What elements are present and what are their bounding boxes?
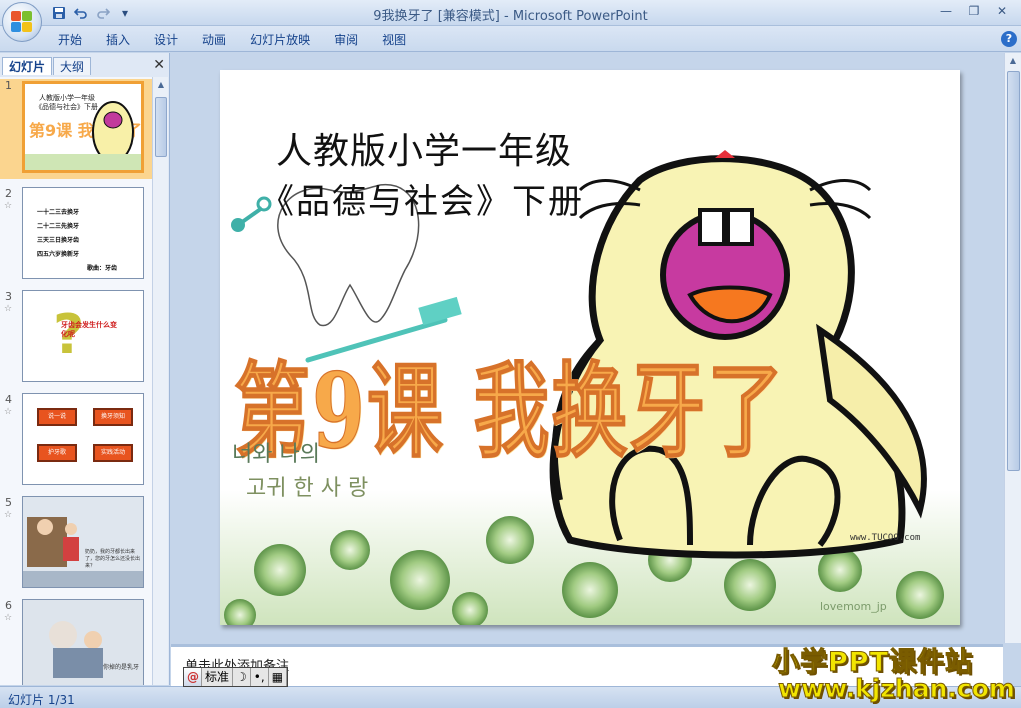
svg-text:《品德与社会》下册: 《品德与社会》下册 [35,102,98,111]
thumbnail-text: 换牙须知 [93,408,133,426]
thumbnail-text: 牙齿会发生什么变化呢 [61,321,117,338]
thumbnail-number: 2 [5,187,12,200]
thumbnail-text: 奶奶，我的牙都长出来了，您的牙怎么还没长出来？ [85,549,141,569]
tab-slideshow[interactable]: 幻灯片放映 [238,31,322,49]
scrollbar-thumb[interactable] [155,97,167,157]
slide-editor: 人教版小学一年级 《品德与社会》下册 第9课 我换牙了 너와 나의 고귀 한 사… [171,53,1003,643]
ime-toolbar: @ 标准 ☽ •, ▦ [183,667,289,687]
close-button[interactable]: ✕ [989,2,1015,20]
office-logo-icon [11,11,33,33]
scroll-up-icon[interactable]: ▲ [1005,53,1021,69]
close-panel-icon[interactable]: ✕ [153,57,165,73]
slide-canvas[interactable]: 人教版小学一年级 《品德与社会》下册 第9课 我换牙了 너와 나의 고귀 한 사… [220,70,960,625]
panel-tabs: 幻灯片 大纲 [2,55,168,75]
slide-thumbnail-5[interactable]: 5 ☆ 奶奶，我的牙都长出来了，您的牙怎么还没长出来？ [0,496,152,592]
korean-line-2: 고귀 한 사 랑 [246,476,369,501]
thumbnail-text: 你掉的是乳牙 [103,664,140,671]
slides-panel: 幻灯片 大纲 ✕ 1 人教版小学一年级 《品德与社会》下册 第9课 我换牙了 2 [0,53,170,685]
scroll-up-icon[interactable]: ▲ [153,77,169,93]
tab-review[interactable]: 审阅 [322,31,370,49]
thumbnail-scrollbar[interactable]: ▲ [152,77,168,685]
tab-design[interactable]: 设计 [142,31,190,49]
help-icon[interactable]: ? [1001,31,1017,47]
thumbnail-number: 4 [5,393,12,406]
image-watermark: www.TUCOO.com [850,533,921,543]
thumbnail-number: 3 [5,290,12,303]
slide-counter: 幻灯片 1/31 [8,693,75,707]
thumbnail-preview: 说一说 换牙须知 护牙歌 实践活动 [22,393,144,485]
thumbnail-preview: 一十二三去换牙 二十二三先换牙 三天三日换牙齿 四五六岁换新牙 歌曲：牙齿 [22,187,144,279]
slide-title-line2[interactable]: 《品德与社会》下册 [260,174,584,223]
scrollbar-thumb[interactable] [1007,71,1020,471]
image-watermark-love: lovemom_jp [820,600,887,613]
thumbnail-text: 歌曲：牙齿 [87,265,118,272]
tab-view[interactable]: 视图 [370,31,418,49]
korean-caption: 너와 나의 고귀 한 사 랑 [232,438,368,506]
restore-button[interactable]: ❐ [961,2,987,20]
animation-star-icon: ☆ [4,510,13,520]
thumbnail-text: 三天三日换牙齿 [37,237,80,244]
ime-mode-button[interactable]: 标准 [202,668,234,686]
ribbon-tabs: 开始 插入 设计 动画 幻灯片放映 审阅 视图 [46,31,418,49]
slide-thumbnail-1[interactable]: 1 人教版小学一年级 《品德与社会》下册 第9课 我换牙了 [0,79,152,179]
tab-animations[interactable]: 动画 [190,31,238,49]
tab-outline[interactable]: 大纲 [53,57,92,75]
thumbnail-text: 说一说 [37,408,77,426]
ime-punctuation-icon[interactable]: •, [251,668,269,686]
thumbnail-number: 1 [5,79,12,92]
thumbnail-text: 护牙歌 [37,444,77,462]
animation-star-icon: ☆ [4,304,13,314]
slide-thumbnail-3[interactable]: 3 ☆ ? 牙齿会发生什么变化呢 [0,290,152,386]
thumbnail-preview: ? 牙齿会发生什么变化呢 [22,290,144,382]
minimize-button[interactable]: — [933,2,959,20]
tab-home[interactable]: 开始 [46,31,94,49]
ribbon: 开始 插入 设计 动画 幻灯片放映 审阅 视图 ? [0,26,1021,52]
thumbnail-list: 1 人教版小学一年级 《品德与社会》下册 第9课 我换牙了 2 ☆ 一十二三去换 [0,77,152,685]
tab-slides[interactable]: 幻灯片 [2,57,53,75]
thumbnail-number: 6 [5,599,12,612]
korean-line-1: 너와 나의 [232,442,320,467]
thumbnail-preview: 人教版小学一年级 《品德与社会》下册 第9课 我换牙了 [22,81,144,173]
thumbnail-preview: 奶奶，我的牙都长出来了，您的牙怎么还没长出来？ [22,496,144,588]
animation-star-icon: ☆ [4,201,13,211]
ime-keyboard-icon[interactable]: ▦ [269,668,288,686]
thumbnail-text: 一十二三去换牙 [37,209,80,216]
tab-insert[interactable]: 插入 [94,31,142,49]
animation-star-icon: ☆ [4,407,13,417]
slide-thumbnail-2[interactable]: 2 ☆ 一十二三去换牙 二十二三先换牙 三天三日换牙齿 四五六岁换新牙 歌曲：牙… [0,187,152,283]
title-bar: ▾ 9我换牙了 [兼容模式] - Microsoft PowerPoint — … [0,0,1021,26]
animation-star-icon: ☆ [4,613,13,623]
svg-text:人教版小学一年级: 人教版小学一年级 [39,93,95,102]
slide-scrollbar[interactable]: ▲ [1004,53,1021,643]
ime-logo-icon[interactable]: @ [184,668,202,686]
thumbnail-preview: 你掉的是乳牙 [22,599,144,685]
window-controls: — ❐ ✕ [933,2,1015,20]
thumbnail-text: 实践活动 [93,444,133,462]
slide-title-line1[interactable]: 人教版小学一年级 [276,122,572,174]
thumbnail-text: 四五六岁换新牙 [37,251,80,258]
office-button[interactable] [2,2,42,42]
slide-thumbnail-4[interactable]: 4 ☆ 说一说 换牙须知 护牙歌 实践活动 [0,393,152,489]
site-watermark-url: www.kjzhan.com [778,674,1016,704]
slide-thumbnail-6[interactable]: 6 ☆ 你掉的是乳牙 [0,599,152,685]
thumbnail-number: 5 [5,496,12,509]
ime-width-icon[interactable]: ☽ [233,668,251,686]
thumbnail-text: 二十二三先换牙 [37,223,80,230]
window-title: 9我换牙了 [兼容模式] - Microsoft PowerPoint [373,9,648,24]
